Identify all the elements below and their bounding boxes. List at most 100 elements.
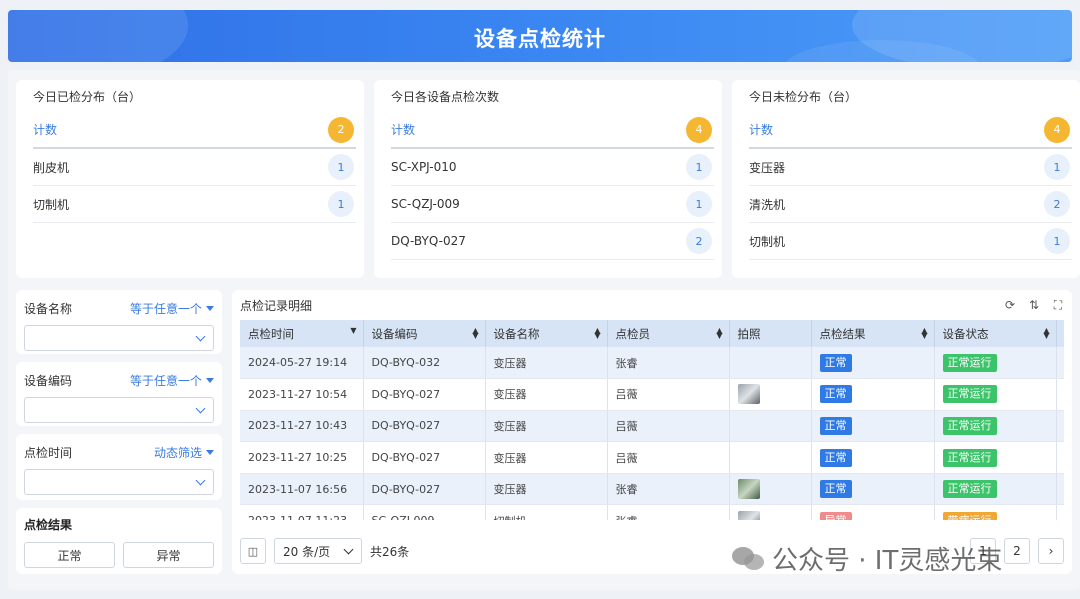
cell-name: 变压器 <box>485 473 608 506</box>
result-abnormal-button[interactable]: 异常 <box>123 542 214 568</box>
filter-operator-dropdown[interactable]: 动态筛选 <box>154 444 214 461</box>
table-row[interactable]: 2023-11-07 11:23SC-QZJ-009切制机张睿 异常 带病运行 <box>240 504 1064 520</box>
sort-icon: ▲ ▼ <box>716 326 723 340</box>
fullscreen-icon[interactable]: ⛶ <box>1052 299 1064 311</box>
stat-row-label: SC-XPJ-010 <box>391 160 457 174</box>
cell-code: DQ-BYQ-027 <box>363 410 486 443</box>
count-badge: 4 <box>686 116 712 143</box>
photo-thumbnail[interactable] <box>737 479 760 500</box>
stat-header-label: 计数 <box>33 123 58 137</box>
table-scroll-area[interactable]: 点检时间 ▼ 设备编码 ▲ ▼ 设备名称 ▲ ▼ 点检员 ▲ ▼ 拍照 点检结果 ▲ ▼ 设备状态… <box>240 320 1064 520</box>
sort-icon: ▲ ▼ <box>921 326 928 340</box>
stat-header-label: 计数 <box>391 123 416 137</box>
cell-result: 正常 <box>811 378 935 411</box>
filter-label: 点检结果 <box>24 518 73 532</box>
count-badge: 1 <box>686 191 712 217</box>
cell-time: 2023-11-27 10:54 <box>240 378 364 411</box>
photo-thumbnail[interactable] <box>737 384 760 405</box>
filter-operator-dropdown[interactable]: 等于任意一个 <box>130 372 214 389</box>
stat-row[interactable]: 变压器 1 <box>749 149 1072 186</box>
page-title: 设备点检统计 <box>474 27 606 51</box>
count-badge: 4 <box>1044 116 1070 143</box>
cell-photo <box>729 410 812 443</box>
stat-card-device-counts: 今日各设备点检次数 计数 4 SC-XPJ-010 1 SC-QZJ-009 1… <box>374 80 722 278</box>
page-size-select[interactable]: 20 条/页 <box>274 538 362 564</box>
stat-row-label: 切制机 <box>33 197 70 212</box>
column-header-code[interactable]: 设备编码 ▲ ▼ <box>363 320 486 347</box>
filter-label: 设备名称 <box>24 301 73 316</box>
cell-code: SC-QZJ-009 <box>363 504 486 520</box>
header-banner: 设备点检统计 <box>8 10 1072 62</box>
stat-row[interactable]: 切制机 1 <box>749 223 1072 260</box>
status-tag: 正常运行 <box>942 480 997 499</box>
chevron-down-icon <box>195 403 206 414</box>
stat-card-title: 今日各设备点检次数 <box>391 90 500 104</box>
filter-label: 设备编码 <box>24 373 73 388</box>
wechat-icon <box>732 545 766 573</box>
stat-row[interactable]: 削皮机 1 <box>33 149 356 186</box>
stat-header-label: 计数 <box>749 123 774 137</box>
filter-operator-dropdown[interactable]: 等于任意一个 <box>130 300 214 317</box>
table-row[interactable]: 2023-11-27 10:54 DQ-BYQ-027 变压器 吕薇 正常 正常运行 <box>240 378 1064 411</box>
stat-card-unchecked: 今日未检分布（台） 计数 4 变压器 1 清洗机 2 切制机 1 <box>732 80 1080 278</box>
stat-row[interactable]: 切制机 1 <box>33 186 356 223</box>
stat-row-label: DQ-BYQ-027 <box>391 234 466 248</box>
result-normal-button[interactable]: 正常 <box>24 542 115 568</box>
cell-photo <box>729 504 812 520</box>
stat-row[interactable]: 清洗机 2 <box>749 186 1072 223</box>
result-tag: 异常 <box>819 511 852 520</box>
cell-inspector: 吕薇 <box>607 410 730 443</box>
cell-inspector: 张睿 <box>607 473 730 506</box>
stat-header-row: 计数 2 <box>33 112 356 149</box>
table-row[interactable]: 2023-11-27 10:43 DQ-BYQ-027 变压器 吕薇 正常 正常运行 <box>240 410 1064 443</box>
stat-row[interactable]: SC-QZJ-009 1 <box>391 186 714 223</box>
stat-row[interactable]: SC-XPJ-010 1 <box>391 149 714 186</box>
watermark: 公众号 · IT灵感光束 <box>732 540 1002 577</box>
check-time-select[interactable] <box>24 469 214 495</box>
cell-photo <box>729 378 812 411</box>
watermark-text: 公众号 · IT灵感光束 <box>772 546 1003 576</box>
stat-card-title: 今日未检分布（台） <box>749 90 858 104</box>
column-header-inspector[interactable]: 点检员 ▲ ▼ <box>607 320 730 347</box>
stat-header-row: 计数 4 <box>749 112 1072 149</box>
refresh-icon[interactable]: ⟳ <box>1004 299 1016 311</box>
stat-row[interactable]: DQ-BYQ-027 2 <box>391 223 714 260</box>
filter-operator-label: 等于任意一个 <box>129 373 202 388</box>
photo-thumbnail[interactable] <box>737 510 760 520</box>
cell-name: 变压器 <box>485 441 608 474</box>
cell-status: 正常运行 <box>934 473 1057 506</box>
sort-icon: ▲ ▼ <box>594 326 601 340</box>
column-header-time[interactable]: 点检时间 ▼ <box>240 320 364 347</box>
cell-status: 正常运行 <box>934 347 1057 380</box>
sort-icon[interactable]: ⇅ <box>1028 299 1040 311</box>
column-header-name[interactable]: 设备名称 ▲ ▼ <box>485 320 608 347</box>
count-badge: 1 <box>686 154 712 180</box>
page-jump-icon[interactable]: ◫ <box>240 538 266 564</box>
device-code-select[interactable] <box>24 397 214 423</box>
table-row[interactable]: 2023-11-07 16:56 DQ-BYQ-027 变压器 张睿 正常 正常运行 <box>240 473 1064 506</box>
status-tag: 正常运行 <box>942 385 997 404</box>
status-tag: 正常运行 <box>942 416 997 435</box>
cell-inspector: 吕薇 <box>607 378 730 411</box>
chevron-down-icon <box>195 331 206 342</box>
cell-spacer <box>1056 378 1064 411</box>
device-name-select[interactable] <box>24 325 214 351</box>
stat-row-label: 削皮机 <box>33 160 70 175</box>
stat-row-label: SC-QZJ-009 <box>391 197 460 211</box>
table-row[interactable]: 2023-11-27 10:25 DQ-BYQ-027 变压器 吕薇 正常 正常运行 <box>240 441 1064 474</box>
page-2[interactable]: 2 <box>1004 538 1030 564</box>
cell-status: 正常运行 <box>934 441 1057 474</box>
stat-row-label: 变压器 <box>749 160 786 175</box>
column-header-result[interactable]: 点检结果 ▲ ▼ <box>811 320 935 347</box>
column-header-photo: 拍照 <box>729 320 812 347</box>
cell-name: 变压器 <box>485 410 608 443</box>
caret-down-icon <box>206 305 214 311</box>
next-page-button[interactable]: › <box>1038 538 1064 564</box>
cell-result: 异常 <box>811 504 935 520</box>
table-row[interactable]: 2024-05-27 19:14 DQ-BYQ-032 变压器 张睿 正常 正常运行 <box>240 347 1064 380</box>
column-header-status[interactable]: 设备状态 ▲ ▼ <box>934 320 1057 347</box>
table-title: 点检记录明细 <box>240 298 313 313</box>
cell-code: DQ-BYQ-027 <box>363 441 486 474</box>
sort-icon: ▼ <box>350 326 357 335</box>
cell-code: DQ-BYQ-027 <box>363 378 486 411</box>
